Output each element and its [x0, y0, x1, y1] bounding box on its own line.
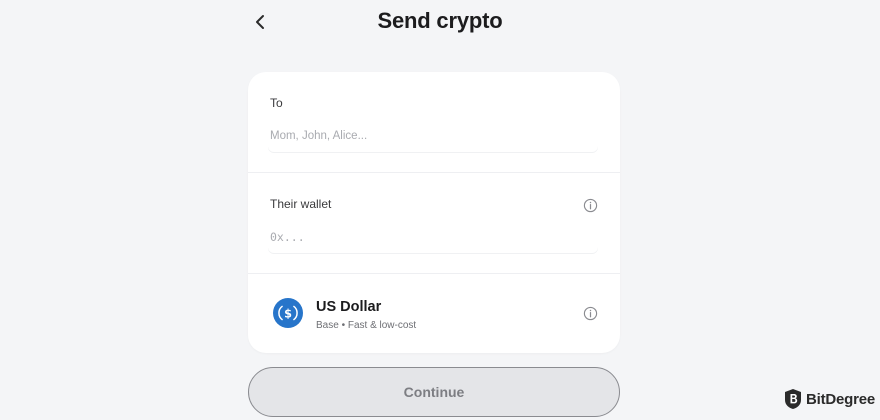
asset-network-description: Base • Fast & low-cost — [316, 320, 417, 331]
asset-name: US Dollar — [316, 299, 382, 315]
svg-text:$: $ — [284, 307, 292, 320]
info-icon-glyph — [583, 306, 597, 320]
watermark-text: BitDegree — [806, 390, 876, 408]
wallet-section: Their wallet — [248, 173, 620, 274]
page-title: Send crypto — [377, 8, 503, 33]
recipient-input[interactable] — [268, 120, 598, 152]
bitdegree-watermark: BitDegree — [784, 388, 875, 410]
continue-button[interactable]: Continue — [248, 367, 620, 417]
info-icon-glyph — [583, 198, 597, 212]
info-icon[interactable] — [582, 305, 598, 321]
asset-selector[interactable]: $ US Dollar Base • Fast & low-cost — [248, 274, 620, 353]
usdc-coin-icon: $ — [273, 298, 303, 328]
to-section: To — [248, 72, 620, 173]
wallet-address-input[interactable] — [268, 221, 598, 253]
wallet-label: Their wallet — [270, 197, 332, 211]
bitdegree-logo-icon — [785, 389, 801, 409]
send-form-card: To Their wallet $ US Dollar Base — [248, 72, 620, 353]
to-label: To — [270, 96, 283, 110]
info-icon[interactable] — [582, 197, 598, 213]
send-crypto-page: Send crypto To Their wallet $ — [0, 0, 880, 420]
